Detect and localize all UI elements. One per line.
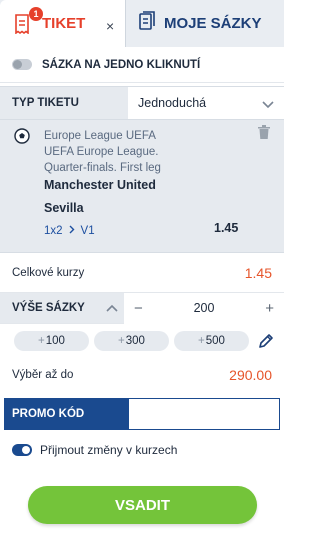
promo-code-input[interactable] — [128, 398, 280, 430]
quick-amount-plus: + — [198, 335, 205, 347]
tab-ticket-label: TIKET — [42, 15, 86, 32]
away-team: Sevilla — [44, 201, 84, 215]
stake-label: VÝŠE SÁZKY — [12, 302, 85, 314]
total-odds-label: Celkové kurzy — [12, 266, 85, 279]
accept-odds-changes-row: Přijmout změny v kurzech — [0, 432, 284, 468]
total-odds-row: Celkové kurzy 1.45 — [0, 253, 284, 293]
stake-amount-input[interactable]: 200 — [194, 301, 215, 315]
stake-minus-button[interactable]: − — [134, 300, 143, 317]
total-odds-value: 1.45 — [244, 264, 272, 281]
competition-name: UEFA Europe League. — [44, 146, 159, 158]
quick-amount-value: 100 — [45, 335, 65, 347]
market-selection: V1 — [80, 225, 95, 237]
one-click-toggle[interactable] — [12, 59, 32, 70]
round-name: Quarter-finals. First leg — [44, 162, 161, 174]
stake-plus-button[interactable]: + — [265, 300, 274, 317]
chevron-up-icon[interactable] — [100, 304, 124, 312]
pencil-icon[interactable] — [258, 333, 274, 349]
ticket-count-badge: 1 — [29, 6, 43, 21]
tab-bar: 1 TIKET × MOJE SÁZKY — [0, 0, 284, 47]
bet-market: 1x2 V1 — [44, 225, 95, 237]
one-click-label: SÁZKA NA JEDNO KLIKNUTÍ — [42, 58, 201, 71]
football-icon — [14, 128, 30, 144]
quick-amount-button[interactable]: + 300 — [94, 331, 169, 351]
bet-odd: 1.45 — [214, 221, 239, 235]
payout-row: Výběr až do 290.00 — [0, 358, 284, 392]
quick-amount-button[interactable]: + 500 — [174, 331, 249, 351]
quick-amount-plus: + — [38, 335, 45, 347]
quick-amount-value: 500 — [205, 335, 225, 347]
accept-odds-changes-toggle[interactable] — [12, 444, 32, 456]
ticket-type-select[interactable]: Jednoduchá — [128, 87, 284, 119]
trash-icon[interactable] — [258, 125, 270, 139]
market-type: 1x2 — [44, 225, 63, 237]
chevron-down-icon — [262, 98, 274, 112]
promo-code-row: PROMO KÓD — [4, 398, 280, 430]
payout-label: Výběr až do — [12, 369, 74, 381]
bet-slip-item: Europe League UEFA UEFA Europe League. Q… — [0, 120, 284, 253]
payout-value: 290.00 — [229, 367, 272, 383]
close-icon[interactable]: × — [106, 18, 114, 34]
promo-code-label: PROMO KÓD — [4, 398, 128, 430]
stake-stepper: − 200 + — [124, 292, 284, 324]
ticket-type-value: Jednoduchá — [138, 96, 207, 110]
tab-my-bets[interactable]: MOJE SÁZKY — [125, 0, 284, 47]
ticket-type-label: TYP TIKETU — [12, 97, 79, 109]
league-name: Europe League UEFA — [44, 130, 156, 142]
ticket-type-row: TYP TIKETU Jednoduchá — [0, 86, 284, 120]
quick-amount-button[interactable]: + 100 — [14, 331, 89, 351]
quick-amount-value: 300 — [125, 335, 145, 347]
accept-odds-changes-label: Přijmout změny v kurzech — [40, 443, 178, 457]
one-click-bet-row: SÁZKA NA JEDNO KLIKNUTÍ — [0, 47, 284, 83]
tab-my-bets-label: MOJE SÁZKY — [164, 15, 262, 32]
ticket-icon: 1 — [14, 6, 43, 35]
quick-amount-plus: + — [118, 335, 125, 347]
quick-amounts-row: + 100 + 300 + 500 — [0, 324, 284, 358]
bets-list-icon — [138, 11, 156, 36]
place-bet-button[interactable]: VSADIT — [28, 486, 257, 524]
stake-row: VÝŠE SÁZKY − 200 + — [0, 292, 284, 324]
chevron-right-icon — [69, 225, 75, 237]
home-team: Manchester United — [44, 178, 156, 192]
